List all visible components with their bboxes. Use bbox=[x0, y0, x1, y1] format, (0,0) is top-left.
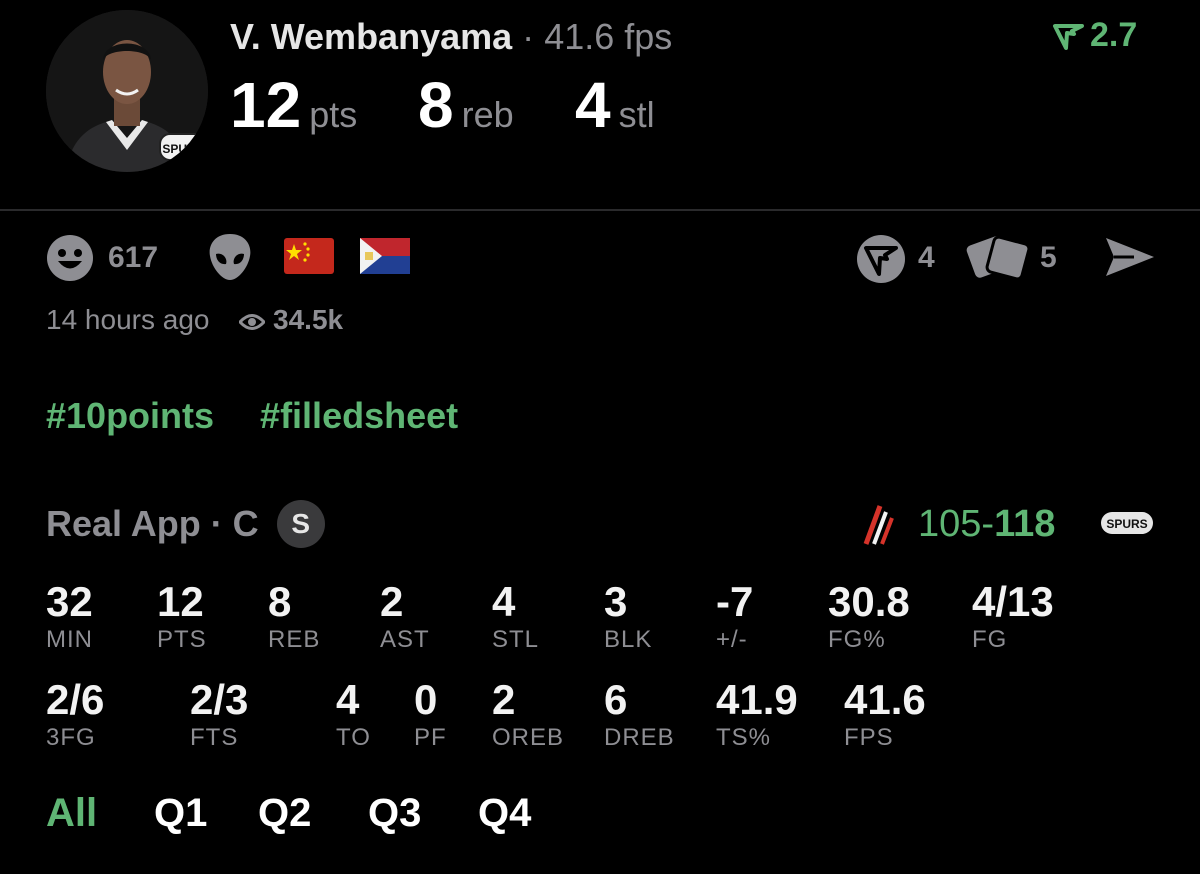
stat-cell: 12 PTS bbox=[157, 578, 207, 653]
rating-badge[interactable]: 2.7 bbox=[1052, 16, 1137, 55]
svg-text:SPURS: SPURS bbox=[162, 142, 203, 156]
stat-cell: 2/3 FTS bbox=[190, 676, 249, 751]
player-title[interactable]: V. Wembanyama · 41.6 fps bbox=[230, 16, 672, 58]
fantasy-points: 41.6 fps bbox=[544, 16, 673, 57]
tab-q3[interactable]: Q3 bbox=[368, 788, 421, 838]
cards-icon[interactable] bbox=[966, 232, 1031, 287]
china-flag-icon[interactable] bbox=[284, 238, 334, 279]
spurs-team-logo-icon[interactable]: SPURS bbox=[1100, 508, 1154, 543]
stat-cell: 3 BLK bbox=[604, 578, 653, 653]
cards-count: 5 bbox=[1040, 241, 1057, 274]
trail-blazers-logo-icon[interactable] bbox=[858, 500, 902, 555]
separator-dot: · bbox=[522, 16, 535, 57]
stat-cell: 0 PF bbox=[414, 676, 447, 751]
header-divider bbox=[0, 209, 1200, 211]
real-token-icon[interactable] bbox=[856, 234, 906, 289]
stat-cell: 30.8 FG% bbox=[828, 578, 910, 653]
big-stat-points: 12 pts bbox=[230, 69, 358, 141]
big-stat-rebounds: 8 reb bbox=[418, 69, 514, 141]
starter-badge: S bbox=[276, 500, 325, 548]
eye-icon bbox=[238, 304, 267, 340]
big-stat-steals: 4 stl bbox=[575, 69, 655, 141]
opponent-score: 105- bbox=[918, 503, 995, 545]
stat-cell: 41.6 FPS bbox=[844, 676, 926, 751]
stat-cell: 41.9 TS% bbox=[716, 676, 798, 751]
sint-maarten-flag-icon[interactable] bbox=[360, 238, 410, 279]
stat-cell: 6 DREB bbox=[604, 676, 675, 751]
real-logo-icon bbox=[1053, 23, 1084, 50]
view-count: 34.5k bbox=[273, 304, 344, 335]
player-name[interactable]: V. Wembanyama bbox=[230, 16, 512, 57]
tokens-count: 4 bbox=[918, 241, 935, 274]
game-score[interactable]: 105-118 bbox=[918, 500, 1055, 548]
stat-cell: 4 STL bbox=[492, 578, 540, 653]
stat-cell: 2/6 3FG bbox=[46, 676, 105, 751]
hashtag-link[interactable]: #10points bbox=[46, 395, 214, 436]
hashtag-link[interactable]: #filledsheet bbox=[260, 395, 458, 436]
tab-q4[interactable]: Q4 bbox=[478, 788, 531, 838]
stat-cell: 8 REB bbox=[268, 578, 321, 653]
alien-icon[interactable] bbox=[206, 232, 254, 287]
rating-value: 2.7 bbox=[1090, 16, 1138, 54]
reaction-smiley-icon[interactable] bbox=[46, 234, 94, 282]
app-position-line: Real App · C S bbox=[46, 500, 325, 548]
tab-q2[interactable]: Q2 bbox=[258, 788, 311, 838]
svg-text:SPURS: SPURS bbox=[1106, 517, 1147, 531]
hashtags: #10points #filledsheet bbox=[46, 394, 504, 438]
tab-q1[interactable]: Q1 bbox=[154, 788, 207, 838]
share-send-icon[interactable] bbox=[1104, 236, 1156, 283]
spurs-logo-icon: SPURS bbox=[159, 133, 207, 161]
stat-cell: 4/13 FG bbox=[972, 578, 1054, 653]
post-meta: 14 hours ago 34.5k bbox=[46, 302, 343, 340]
stat-cell: 2 AST bbox=[380, 578, 430, 653]
stat-cell: 4 TO bbox=[336, 676, 371, 751]
stat-cell-plus-minus: -7 +/- bbox=[716, 578, 754, 653]
app-position-label: Real App · C bbox=[46, 503, 259, 544]
reactions-count: 617 bbox=[108, 241, 159, 274]
player-avatar[interactable]: SPURS bbox=[46, 10, 208, 172]
team-score: 118 bbox=[994, 503, 1056, 545]
stat-cell: 2 OREB bbox=[492, 676, 565, 751]
tab-all[interactable]: All bbox=[46, 788, 97, 838]
stat-cell: 32 MIN bbox=[46, 578, 93, 653]
time-ago: 14 hours ago bbox=[46, 304, 210, 335]
